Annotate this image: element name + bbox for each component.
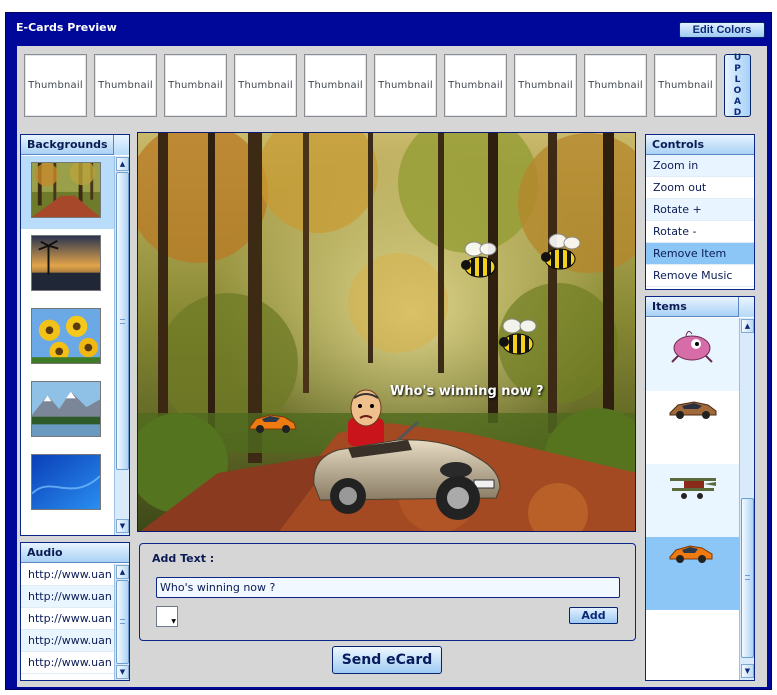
upload-letter: O (733, 85, 742, 96)
thumbnail-5[interactable]: Thumbnail (304, 54, 367, 117)
item-empty-cell (646, 610, 739, 680)
upload-letter: D (733, 107, 742, 118)
thumbnail-10[interactable]: Thumbnail (654, 54, 717, 117)
scroll-down-icon[interactable]: ▼ (116, 519, 129, 533)
orange-car-icon[interactable] (248, 409, 298, 435)
scroll-thumb[interactable] (741, 498, 754, 658)
items-panel: Items ▲ ▼ (645, 296, 755, 681)
thumbnail-9[interactable]: Thumbnail (584, 54, 647, 117)
scroll-down-icon[interactable]: ▼ (116, 665, 129, 679)
mountains-thumbnail-image (31, 381, 101, 437)
item-orange-car[interactable] (646, 537, 739, 610)
scroll-up-icon[interactable]: ▲ (116, 157, 129, 171)
thumbnail-4[interactable]: Thumbnail (234, 54, 297, 117)
blue-abstract-thumbnail-image (31, 454, 101, 510)
background-item-sunflowers[interactable] (21, 302, 115, 375)
controls-panel: Controls Zoom in Zoom out Rotate + Rotat… (645, 134, 755, 290)
backgrounds-title: Backgrounds (27, 138, 108, 151)
send-ecard-button[interactable]: Send eCard (332, 646, 442, 674)
grip-icon (745, 575, 750, 580)
grip-icon (120, 619, 125, 624)
controls-title: Controls (652, 138, 705, 151)
upload-letter: L (734, 74, 741, 85)
thumbnail-7[interactable]: Thumbnail (444, 54, 507, 117)
audio-item[interactable]: http://www.uan (21, 630, 115, 652)
thumbnail-1[interactable]: Thumbnail (24, 54, 87, 117)
main-content: Thumbnail Thumbnail Thumbnail Thumbnail … (17, 46, 767, 687)
background-item-forest[interactable] (21, 156, 115, 229)
grip-icon (120, 319, 125, 324)
item-bronze-car[interactable] (646, 391, 739, 464)
audio-title: Audio (27, 546, 63, 559)
remove-music-control[interactable]: Remove Music (646, 265, 754, 287)
zoom-in-control[interactable]: Zoom in (646, 155, 754, 177)
card-caption-text[interactable]: Who's winning now ? (390, 384, 544, 399)
scroll-thumb[interactable] (116, 580, 129, 664)
rotate-minus-control[interactable]: Rotate - (646, 221, 754, 243)
header-corner (113, 135, 129, 155)
upload-letter: P (734, 63, 741, 74)
forest-thumbnail-image (31, 162, 101, 218)
items-header: Items (646, 297, 754, 317)
items-list (646, 318, 739, 680)
scroll-up-icon[interactable]: ▲ (741, 319, 754, 333)
backgrounds-panel: Backgrounds ▲ ▼ (20, 134, 130, 536)
bronze-car-icon (669, 401, 717, 419)
upload-letter: A (734, 96, 741, 107)
audio-panel: Audio http://www.uan http://www.uan http… (20, 542, 130, 681)
remove-item-control[interactable]: Remove Item (646, 243, 754, 265)
thumbnail-8[interactable]: Thumbnail (514, 54, 577, 117)
text-color-picker[interactable]: ▼ (156, 606, 178, 627)
scroll-down-icon[interactable]: ▼ (741, 664, 754, 678)
audio-item[interactable]: http://www.uan (21, 608, 115, 630)
card-text-input[interactable] (156, 577, 620, 598)
ecard-canvas[interactable]: Who's winning now ? (137, 132, 636, 532)
convertible-car-icon[interactable] (308, 388, 508, 528)
window-title: E-Cards Preview (16, 21, 117, 34)
upload-letter: U (733, 52, 742, 63)
header-corner (738, 297, 754, 317)
audio-item[interactable]: http://www.uan (21, 586, 115, 608)
backgrounds-scrollbar[interactable]: ▲ ▼ (114, 156, 129, 535)
background-item-blue-abstract[interactable] (21, 448, 115, 521)
orange-car-icon (669, 545, 713, 563)
add-text-button[interactable]: Add (569, 607, 618, 624)
sunset-thumbnail-image (31, 235, 101, 291)
backgrounds-list (21, 156, 115, 535)
audio-item[interactable]: http://www.uan (21, 652, 115, 674)
ecards-window: E-Cards Preview Edit Colors Thumbnail Th… (5, 12, 772, 690)
item-biplane[interactable] (646, 464, 739, 537)
rotate-plus-control[interactable]: Rotate + (646, 199, 754, 221)
items-title: Items (652, 300, 687, 313)
sunflowers-thumbnail-image (31, 308, 101, 364)
controls-header: Controls (646, 135, 754, 155)
background-item-mountains[interactable] (21, 375, 115, 448)
audio-scrollbar[interactable]: ▲ ▼ (114, 564, 129, 680)
items-scrollbar[interactable]: ▲ ▼ (739, 318, 754, 680)
audio-item[interactable]: http://www.uan (21, 564, 115, 586)
bee-icon[interactable] (460, 241, 504, 281)
biplane-icon (670, 478, 716, 499)
item-pink-creature[interactable] (646, 318, 739, 391)
scroll-thumb[interactable] (116, 172, 129, 470)
bee-icon[interactable] (540, 233, 584, 273)
thumbnail-3[interactable]: Thumbnail (164, 54, 227, 117)
dropdown-arrow-icon: ▼ (171, 618, 176, 625)
thumbnail-2[interactable]: Thumbnail (94, 54, 157, 117)
background-item-sunset[interactable] (21, 229, 115, 302)
add-text-label: Add Text : (152, 552, 215, 565)
audio-list: http://www.uan http://www.uan http://www… (21, 564, 115, 680)
edit-colors-button[interactable]: Edit Colors (679, 22, 765, 38)
pink-creature-icon (671, 330, 713, 363)
upload-button[interactable]: U P L O A D (724, 52, 751, 118)
audio-header: Audio (21, 543, 129, 563)
scroll-up-icon[interactable]: ▲ (116, 565, 129, 579)
add-text-panel: Add Text : ▼ Add (139, 543, 636, 641)
zoom-out-control[interactable]: Zoom out (646, 177, 754, 199)
backgrounds-header: Backgrounds (21, 135, 129, 155)
bee-icon[interactable] (498, 318, 542, 358)
thumbnail-6[interactable]: Thumbnail (374, 54, 437, 117)
